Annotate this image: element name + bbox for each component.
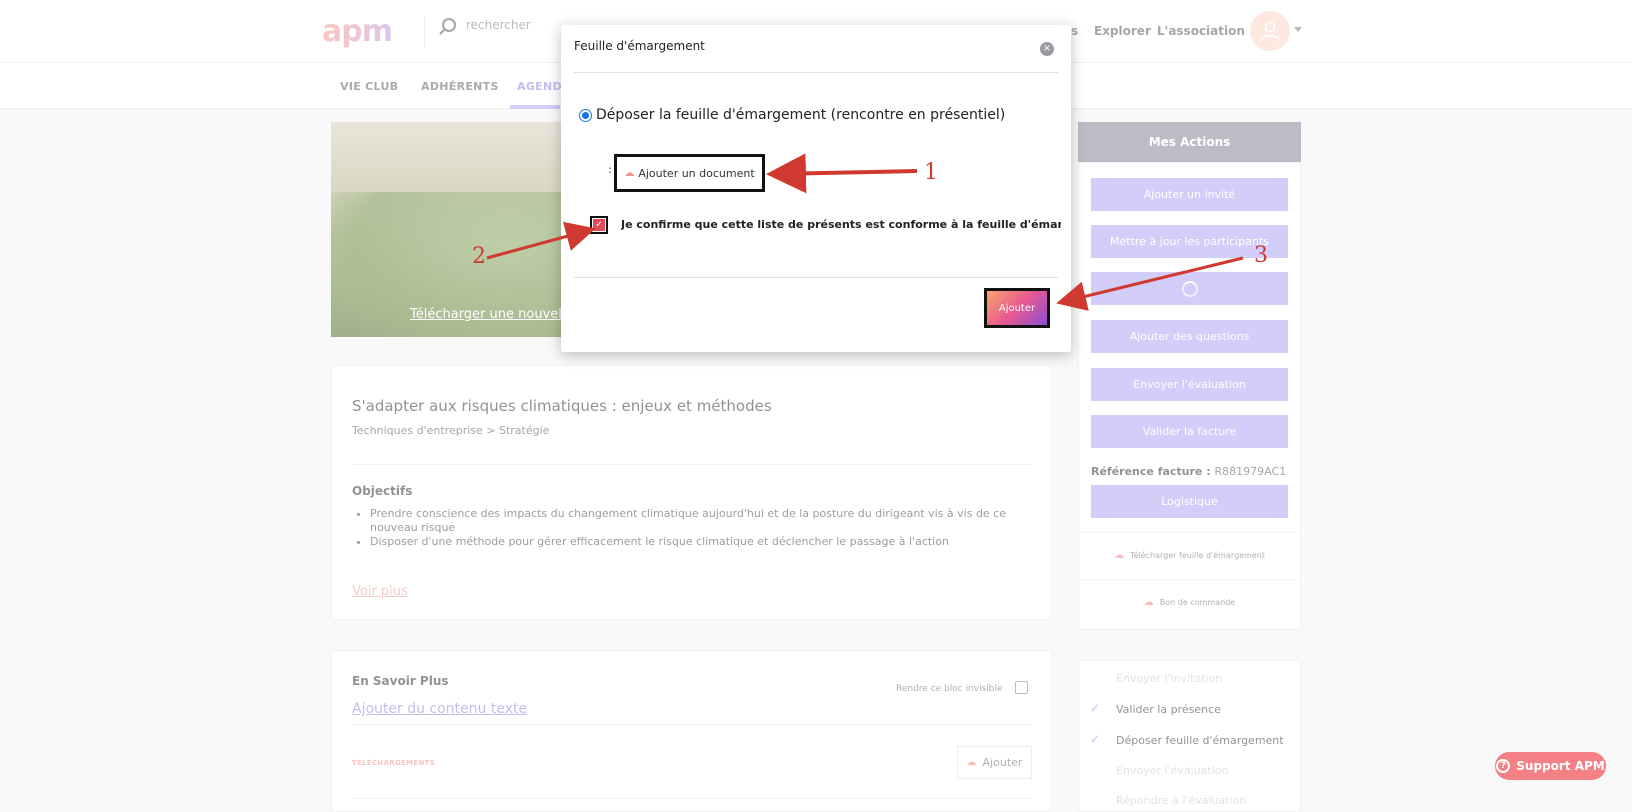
checkmark-icon: ✓ <box>593 219 605 231</box>
close-icon[interactable]: × <box>1040 42 1054 56</box>
add-document-label: Ajouter un document <box>638 166 755 180</box>
confirm-checkbox-label[interactable]: Je confirme que cette liste de présents … <box>621 218 1061 231</box>
add-document-button[interactable]: ☁ Ajouter un document <box>614 154 765 192</box>
cloud-upload-icon: ☁ <box>624 167 635 179</box>
submit-button[interactable]: Ajouter <box>984 288 1050 328</box>
confirm-checkbox[interactable]: ✓ <box>590 216 608 234</box>
divider <box>574 277 1058 278</box>
modal-title: Feuille d'émargement <box>574 39 705 53</box>
upload-sheet-radio-label[interactable]: Déposer la feuille d'émargement (rencont… <box>596 107 1005 123</box>
attendance-sheet-modal: Feuille d'émargement × Déposer la feuill… <box>561 25 1071 352</box>
upload-sheet-radio[interactable] <box>579 109 592 122</box>
field-separator: : <box>608 163 612 176</box>
divider <box>574 72 1058 73</box>
